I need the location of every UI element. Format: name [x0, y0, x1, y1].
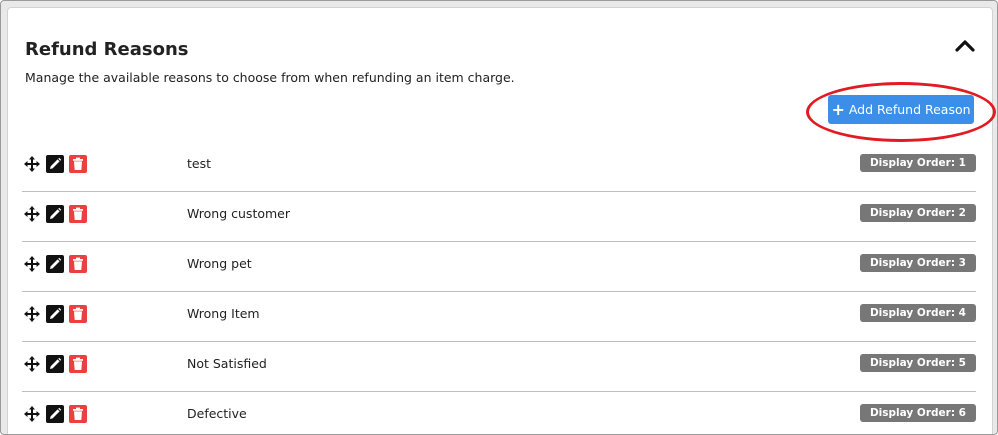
pencil-icon — [50, 157, 62, 169]
pencil-icon — [50, 257, 62, 269]
edit-button[interactable] — [46, 405, 64, 423]
reason-row: Wrong pet Display Order: 3 — [22, 242, 976, 292]
reason-label: Wrong Item — [187, 306, 260, 321]
add-refund-reason-button[interactable]: + Add Refund Reason — [828, 95, 974, 124]
edit-button[interactable] — [46, 305, 64, 323]
refund-reasons-list: test Display Order: 1 Wrong customer Dis… — [22, 142, 976, 434]
move-arrows-icon[interactable] — [24, 406, 40, 422]
trash-icon — [73, 407, 83, 420]
move-arrows-icon[interactable] — [24, 306, 40, 322]
display-order-badge: Display Order: 6 — [859, 404, 976, 422]
reason-label: Wrong pet — [187, 256, 252, 271]
trash-icon — [73, 307, 83, 320]
display-order-badge: Display Order: 2 — [859, 204, 976, 222]
trash-icon — [73, 357, 83, 370]
delete-button[interactable] — [69, 205, 87, 223]
display-order-badge: Display Order: 4 — [859, 304, 976, 322]
reason-label: test — [187, 156, 212, 171]
section-title: Refund Reasons — [25, 39, 189, 60]
reason-row: test Display Order: 1 — [22, 142, 976, 192]
pencil-icon — [50, 357, 62, 369]
reason-label: Defective — [187, 406, 247, 421]
pencil-icon — [50, 407, 62, 419]
move-arrows-icon[interactable] — [24, 256, 40, 272]
section-description: Manage the available reasons to choose f… — [25, 70, 515, 85]
refund-reasons-panel: Refund Reasons Manage the available reas… — [7, 7, 996, 434]
add-refund-reason-label: Add Refund Reason — [848, 102, 971, 117]
window-frame: Refund Reasons Manage the available reas… — [0, 0, 998, 435]
move-arrows-icon[interactable] — [24, 356, 40, 372]
collapse-toggle[interactable] — [954, 36, 976, 54]
edit-button[interactable] — [46, 255, 64, 273]
delete-button[interactable] — [69, 355, 87, 373]
delete-button[interactable] — [69, 155, 87, 173]
reason-label: Not Satisfied — [187, 356, 267, 371]
pencil-icon — [50, 207, 62, 219]
display-order-badge: Display Order: 5 — [859, 354, 976, 372]
reason-row: Wrong customer Display Order: 2 — [22, 192, 976, 242]
delete-button[interactable] — [69, 405, 87, 423]
reason-row: Defective Display Order: 6 — [22, 392, 976, 434]
trash-icon — [73, 257, 83, 270]
display-order-badge: Display Order: 1 — [859, 154, 976, 172]
delete-button[interactable] — [69, 305, 87, 323]
reason-row: Not Satisfied Display Order: 5 — [22, 342, 976, 392]
display-order-badge: Display Order: 3 — [859, 254, 976, 272]
edit-button[interactable] — [46, 205, 64, 223]
pencil-icon — [50, 307, 62, 319]
edit-button[interactable] — [46, 355, 64, 373]
trash-icon — [73, 207, 83, 220]
reason-label: Wrong customer — [187, 206, 291, 221]
delete-button[interactable] — [69, 255, 87, 273]
chevron-up-icon — [955, 40, 975, 52]
move-arrows-icon[interactable] — [24, 206, 40, 222]
edit-button[interactable] — [46, 155, 64, 173]
move-arrows-icon[interactable] — [24, 156, 40, 172]
plus-icon: + — [831, 99, 845, 119]
reason-row: Wrong Item Display Order: 4 — [22, 292, 976, 342]
trash-icon — [73, 157, 83, 170]
